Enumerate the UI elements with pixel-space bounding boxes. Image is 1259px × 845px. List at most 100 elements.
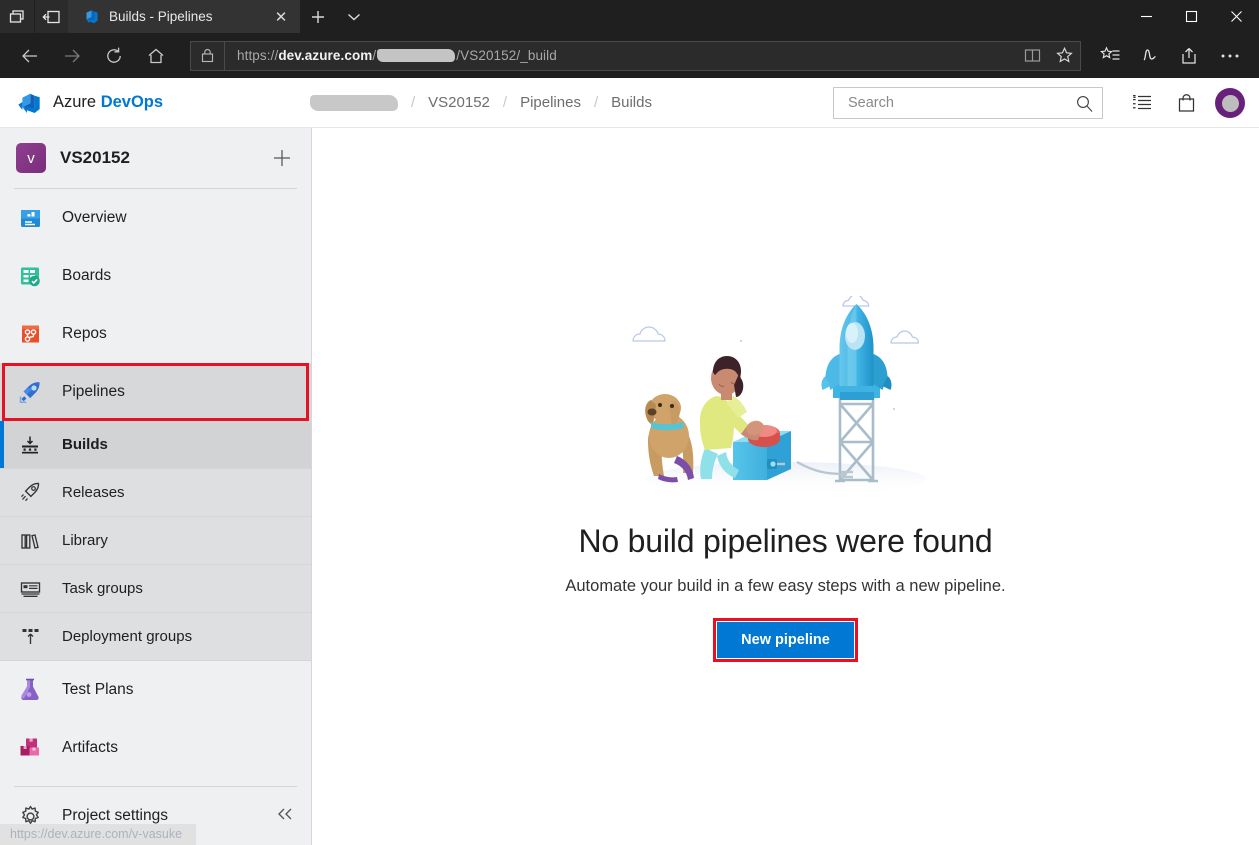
chevron-double-left-icon[interactable] [275,806,295,827]
sidebar-item-label: Project settings [62,807,168,824]
project-avatar: v [16,143,46,173]
sidebar-item-label: Repos [62,325,107,342]
back-button[interactable] [10,37,50,75]
backlog-list-icon [1133,94,1151,110]
url-text[interactable]: https://dev.azure.com/ /VS20152/_build [225,48,1016,63]
share-button[interactable] [1171,37,1209,75]
window-maximize-button[interactable] [1169,0,1214,33]
work-items-button[interactable] [1121,82,1163,124]
brand-suffix: DevOps [100,93,164,111]
address-bar[interactable]: https://dev.azure.com/ /VS20152/_build [190,40,1081,71]
project-name: VS20152 [60,148,130,167]
artifacts-boxes-icon [16,734,44,762]
home-button[interactable] [136,37,176,75]
forward-button[interactable] [52,37,92,75]
sidebar-item-label: Overview [62,209,127,226]
sidebar-item-builds[interactable]: Builds [0,421,311,469]
search-icon[interactable] [1075,94,1094,113]
sidebar-item-repos[interactable]: Repos [0,305,311,363]
url-path-after: /VS20152/_build [456,48,557,63]
sidebar-item-pipelines[interactable]: Pipelines [0,363,311,421]
azure-devops-logo [18,93,40,113]
breadcrumb-item-builds[interactable]: Builds [611,94,652,111]
breadcrumb-item-pipelines[interactable]: Pipelines [520,94,581,111]
repos-icon [16,320,44,348]
minimize-icon [1141,15,1152,18]
sidebar-item-label: Builds [62,436,108,453]
main-content: No build pipelines were found Automate y… [312,128,1259,845]
sidebar-item-library[interactable]: Library [0,517,311,565]
breadcrumb-separator: / [593,94,599,111]
overview-icon [16,204,44,232]
sidebar-item-label: Artifacts [62,739,118,756]
create-new-button[interactable] [269,145,295,171]
url-path-before: / [372,48,377,63]
azure-devops-header: Azure DevOps / VS20152 / Pipelines / Bui… [0,78,1259,128]
sidebar-item-boards[interactable]: Boards [0,247,311,305]
breadcrumb: / VS20152 / Pipelines / Builds [310,94,652,111]
new-pipeline-wrapper: New pipeline [713,618,858,662]
breadcrumb-organization-redacted[interactable] [310,94,398,111]
site-security-button[interactable] [191,41,225,70]
url-redacted-organization [377,49,456,62]
browser-toolbar: https://dev.azure.com/ /VS20152/_build [0,33,1259,78]
refresh-button[interactable] [94,37,134,75]
tab-close-icon[interactable]: ✕ [270,6,292,28]
browser-status-bar: https://dev.azure.com/v-vasuke [0,824,197,845]
plus-icon [312,10,324,23]
test-plans-flask-icon [16,676,44,704]
azure-devops-favicon [86,10,98,24]
marketplace-button[interactable] [1165,82,1207,124]
browser-tab[interactable]: Builds - Pipelines ✕ [68,0,300,33]
sidebar-item-artifacts[interactable]: Artifacts [0,719,311,777]
set-tabs-aside-button[interactable] [34,0,68,33]
new-tab-button[interactable] [300,0,336,33]
avatar-image [1221,94,1239,112]
sidebar-item-label: Test Plans [62,681,134,698]
window-close-button[interactable] [1214,0,1259,33]
search-box[interactable] [833,87,1103,119]
builds-icon [16,431,44,459]
sidebar-item-test-plans[interactable]: Test Plans [0,661,311,719]
brand-home-link[interactable]: Azure DevOps [0,90,298,116]
tab-list-dropdown-button[interactable] [336,0,372,33]
sidebar-nav: Overview Boards Repos Pipelines Builds R… [0,189,311,777]
breadcrumb-item-project[interactable]: VS20152 [428,94,490,111]
url-scheme: https:// [237,48,279,63]
window-minimize-button[interactable] [1124,0,1169,33]
window-controls [1124,0,1259,33]
more-settings-button[interactable] [1211,37,1249,75]
add-favorite-button[interactable] [1048,42,1080,70]
set-tabs-aside-icon [42,10,60,23]
sidebar-item-releases[interactable]: Releases [0,469,311,517]
favorites-hub-button[interactable] [1091,37,1129,75]
new-pipeline-button[interactable]: New pipeline [717,622,854,658]
back-arrow-icon [22,49,37,62]
url-domain: dev.azure.com [278,48,373,63]
reading-view-button[interactable] [1016,42,1048,70]
boards-icon [16,262,44,290]
browser-titlebar: Builds - Pipelines ✕ [0,0,1259,33]
chevron-down-icon [348,13,360,20]
lock-icon [201,48,214,63]
sidebar-item-task-groups[interactable]: Task groups [0,565,311,613]
more-ellipsis-icon [1221,54,1239,57]
web-notes-icon [1143,49,1156,61]
sidebar-item-label: Library [62,532,108,549]
forward-arrow-icon [65,49,80,62]
search-input[interactable] [848,95,1075,111]
web-notes-button[interactable] [1131,37,1169,75]
sidebar-item-label: Task groups [62,580,143,597]
user-avatar[interactable] [1215,88,1245,118]
sidebar-item-deployment-groups[interactable]: Deployment groups [0,613,311,661]
sidebar-item-label: Releases [62,484,125,501]
brand-prefix: Azure [53,93,101,111]
sidebar-item-overview[interactable]: Overview [0,189,311,247]
tabs-preview-button[interactable] [0,0,34,33]
project-header[interactable]: v VS20152 [0,128,311,188]
sidebar-item-label: Pipelines [62,383,125,400]
plus-icon [274,150,290,166]
sidebar-item-label: Deployment groups [62,628,193,645]
reading-view-icon [1024,49,1040,62]
app-body: v VS20152 Overview Boards Repos Pipeline… [0,128,1259,845]
